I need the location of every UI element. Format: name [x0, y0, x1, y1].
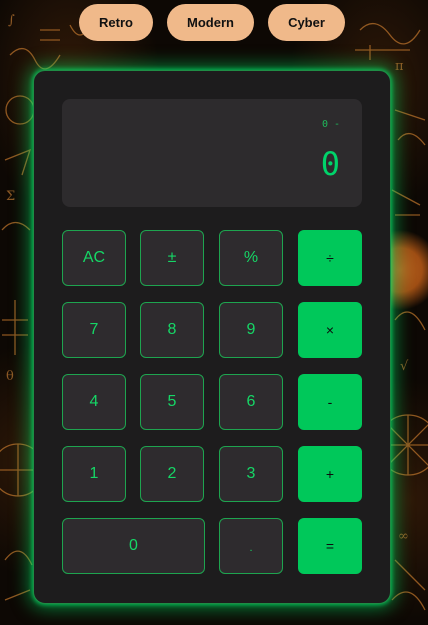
digit-5-button[interactable]: 5: [140, 374, 204, 430]
svg-text:∞: ∞: [398, 529, 409, 544]
percent-button[interactable]: %: [219, 230, 283, 286]
theme-retro-button[interactable]: Retro: [79, 4, 153, 41]
digit-4-button[interactable]: 4: [62, 374, 126, 430]
multiply-button[interactable]: ×: [298, 302, 362, 358]
sign-toggle-button[interactable]: ±: [140, 230, 204, 286]
theme-cyber-button[interactable]: Cyber: [268, 4, 345, 41]
calculator: 0 - 0 AC ± % ÷ 7 8 9 × 4 5 6 - 1 2 3 + 0…: [33, 70, 391, 604]
svg-text:π: π: [395, 59, 404, 74]
add-button[interactable]: +: [298, 446, 362, 502]
digit-1-button[interactable]: 1: [62, 446, 126, 502]
digit-0-button[interactable]: 0: [62, 518, 205, 574]
decimal-button[interactable]: .: [219, 518, 283, 574]
divide-button[interactable]: ÷: [298, 230, 362, 286]
digit-2-button[interactable]: 2: [140, 446, 204, 502]
digit-8-button[interactable]: 8: [140, 302, 204, 358]
digit-6-button[interactable]: 6: [219, 374, 283, 430]
result-readout: 0: [320, 145, 340, 183]
equals-button[interactable]: =: [298, 518, 362, 574]
expression-readout: 0 -: [321, 119, 340, 130]
theme-switcher: Retro Modern Cyber: [0, 4, 428, 41]
digit-7-button[interactable]: 7: [62, 302, 126, 358]
digit-3-button[interactable]: 3: [219, 446, 283, 502]
clear-button[interactable]: AC: [62, 230, 126, 286]
subtract-button[interactable]: -: [298, 374, 362, 430]
svg-text:√: √: [400, 359, 409, 374]
svg-text:θ: θ: [6, 369, 14, 384]
svg-text:Σ: Σ: [6, 189, 15, 204]
digit-9-button[interactable]: 9: [219, 302, 283, 358]
calculator-display: 0 - 0: [62, 99, 362, 207]
theme-modern-button[interactable]: Modern: [167, 4, 254, 41]
